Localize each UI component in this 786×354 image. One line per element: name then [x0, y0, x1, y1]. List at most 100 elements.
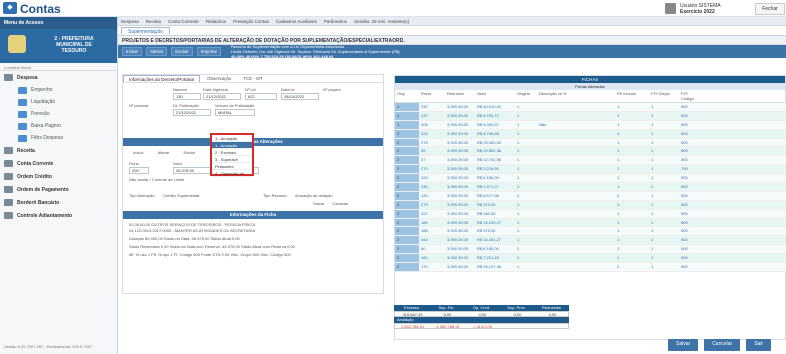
top-bar: ◆ Contas Usuário SISTEMA Exercício 2022 …: [0, 0, 786, 17]
nao-anular-checkbox[interactable]: Não anular / Controle de Limite: [129, 177, 184, 182]
table-row[interactable]: 2 275 3.390.39.00 R$ 25.400,00 1 1 1 500: [395, 138, 786, 148]
exit-button[interactable]: Sair: [746, 339, 772, 351]
form-save-button[interactable]: Salvar: [313, 201, 324, 206]
alt-include-button[interactable]: Incluir: [133, 150, 144, 155]
tipo-alteracao-value[interactable]: Crédito Suplementar: [163, 193, 200, 198]
dt-pub-input[interactable]: 21/12/2022: [173, 109, 211, 116]
user-avatar[interactable]: [665, 3, 676, 14]
dropdown-option[interactable]: 2 - Excesso: [212, 149, 252, 156]
sidebar-item[interactable]: Baixa Pagnro: [0, 120, 117, 132]
table-row[interactable]: 2 444 3.390.39.00 R$ 16.401,27 1 1 1 500: [395, 236, 786, 246]
table-row[interactable]: 2 60 3.390.39.00 R$ 8.160,00 1 1 1 500: [395, 245, 786, 255]
dropdown-option[interactable]: 3 - Superávit: [212, 156, 252, 163]
anulacao-value: = 314.0,00: [472, 324, 493, 329]
column-header[interactable]: Reduzido: [445, 90, 475, 102]
table-cell: 2: [395, 227, 419, 236]
dropdown-option[interactable]: 1 - Anulação: [212, 135, 252, 142]
table-cell: [587, 139, 615, 147]
dropdown-option[interactable]: Financeiro: [212, 163, 252, 170]
menu-item[interactable]: Cadastros Auxiliares: [276, 19, 317, 24]
table-row[interactable]: 2 186 3.390.39.00 R$ 375,00 1 1 1 500: [395, 227, 786, 237]
cancel-button[interactable]: Cancelar: [704, 339, 741, 351]
column-header[interactable]: Ficha: [419, 90, 445, 102]
table-row[interactable]: 2 220 3.390.39.00 R$ 6.180,00 1 1 1 500: [395, 174, 786, 184]
tab-observacao[interactable]: Observação: [202, 75, 236, 82]
tab-tce[interactable]: TCE - MT: [238, 75, 268, 82]
table-row[interactable]: 1 237 3.390.39.00 R$ 8.750,72 1 1 1 500: [395, 111, 786, 121]
sidebar-item[interactable]: Conta Corrente: [0, 157, 117, 170]
dropdown-option[interactable]: 1 - Anulação: [212, 142, 252, 149]
dropdown-option[interactable]: 4 - Operação de: [212, 170, 252, 177]
table-row[interactable]: 2 222 3.390.39.00 R$ 160,00 1 1 1 500: [395, 209, 786, 219]
column-header[interactable]: Fft Vínculo: [615, 90, 649, 102]
table-cell: 2: [395, 191, 419, 200]
sidebar-item[interactable]: Liquidação: [0, 96, 117, 108]
veiculo-input[interactable]: MURAL: [215, 109, 255, 116]
menu-item[interactable]: Conta Corrente: [168, 19, 199, 24]
menu-item[interactable]: Prestação Contas: [233, 19, 269, 24]
data-vigencia-input[interactable]: 21/12/2022: [203, 93, 241, 100]
print-button[interactable]: Imprimir: [196, 47, 222, 56]
table-row[interactable]: 1 232 3.390.39.00 R$ 40.010,00 1 1 1 500: [395, 103, 786, 112]
table-row[interactable]: 2 270 3.390.39.00 R$ 3.216,50 1 1 1 700: [395, 165, 786, 175]
table-cell: 500: [681, 210, 688, 216]
data-lei-input[interactable]: 28/10/2022: [281, 93, 319, 100]
column-header[interactable]: F.Ft Grupo: [649, 90, 679, 102]
delete-button[interactable]: Excluir: [171, 47, 193, 56]
tipo-recurso-value[interactable]: Anulação de dotação: [295, 193, 333, 198]
nlei-input[interactable]: 622: [245, 93, 277, 100]
sidebar-item[interactable]: Pervoão: [0, 108, 117, 120]
tab-info-decreto[interactable]: Informações do Decreto/Portaria: [123, 75, 201, 82]
origem-dropdown[interactable]: 1 - Anulação 1 - Anulação 2 - Excesso 3 …: [210, 133, 254, 177]
column-header[interactable]: Valor: [475, 90, 515, 102]
table-row[interactable]: 2 170 3.390.39.00 R$ 26.127,48 1 2 1 500: [395, 263, 786, 272]
menu-item[interactable]: Despesa: [121, 19, 139, 24]
include-button[interactable]: Incluir: [122, 47, 143, 56]
numero-input[interactable]: 130: [173, 93, 201, 100]
version-text: Versão 8.20.7007.287 - Revisamento: 530.…: [4, 344, 93, 349]
menu-item[interactable]: Sessão: 29 min. restante(s): [354, 19, 409, 24]
edit-button[interactable]: Alterar: [146, 47, 168, 56]
sidebar-item[interactable]: Ordem Crédito: [0, 170, 117, 183]
menu-search[interactable]: Localizar Menu: [0, 63, 117, 71]
menu-item[interactable]: Receita: [146, 19, 161, 24]
sidebar-item[interactable]: Empenho: [0, 84, 117, 96]
table-cell: 1: [651, 237, 654, 243]
column-header[interactable]: Descrição vs %: [537, 90, 587, 102]
table-cell: 1: [517, 228, 520, 234]
sidebar-item[interactable]: Ordem de Pagamento: [0, 183, 117, 196]
menu-item[interactable]: Parâmetros: [324, 19, 347, 24]
column-header[interactable]: Orig: [395, 90, 419, 102]
table-row[interactable]: 1 208 3.390.39.00 R$ 5.000,57 1 Não 1 1 500: [395, 120, 786, 130]
alt-delete-button[interactable]: Excluir: [183, 150, 195, 155]
table-row[interactable]: 2 230 3.390.39.00 R$ 1.471,27 1 1 1 500: [395, 183, 786, 192]
alt-edit-button[interactable]: Alterar: [158, 150, 170, 155]
table-cell: R$ 6.180,00: [477, 175, 499, 181]
menu-item[interactable]: Relatórios: [206, 19, 226, 24]
table-cell: 2: [395, 209, 419, 218]
table-row[interactable]: 2 185 3.390.39.00 R$ 14.230,27 1 1 1 500: [395, 218, 786, 228]
column-header[interactable]: F.Ft Código: [679, 90, 699, 102]
table-row[interactable]: 2 47 3.390.39.00 R$ 12.751,98 1 1 1 500: [395, 156, 786, 166]
tab-suplementacao[interactable]: Suplementação: [121, 27, 170, 35]
sidebar-item[interactable]: Receita: [0, 144, 117, 157]
valor-input[interactable]: 45.375,00: [173, 167, 213, 174]
menu-icon: [18, 122, 27, 130]
ficha-input[interactable]: 200: [129, 167, 149, 174]
fichas-pane: FICHAS Fichas Alteradas Orig Ficha Reduzid…: [394, 75, 786, 340]
sidebar-item-label: Pervoão: [31, 111, 50, 117]
sidebar-item[interactable]: Fiths Despesa: [0, 132, 117, 144]
table-row[interactable]: 2 184 3.390.39.00 R$ 7.221,45 1 1 1 500: [395, 254, 786, 264]
sidebar-item[interactable]: Borderô Bancário: [0, 196, 117, 209]
sidebar-item[interactable]: Despesa: [0, 71, 117, 84]
save-button[interactable]: Salvar: [668, 339, 699, 351]
column-header[interactable]: [587, 90, 615, 102]
table-row[interactable]: 2 224 3.390.39.00 R$ 8.796,88 1 4 1 500: [395, 129, 786, 139]
sidebar-item[interactable]: Controle Adiantamento: [0, 209, 117, 222]
table-row[interactable]: 2 130 3.390.39.00 R$ 8.677,96 2 2 1 500: [395, 191, 786, 201]
table-row[interactable]: 2 45 3.390.39.00 R$ 19.852,38 1 1 1 500: [395, 147, 786, 157]
column-header[interactable]: Origem: [515, 90, 537, 102]
logout-button[interactable]: Fechar: [755, 3, 785, 15]
form-cancel-button[interactable]: Cancelar: [332, 201, 348, 206]
table-row[interactable]: 2 279 3.390.39.00 R$ 375,00 1 1 1 500: [395, 200, 786, 210]
